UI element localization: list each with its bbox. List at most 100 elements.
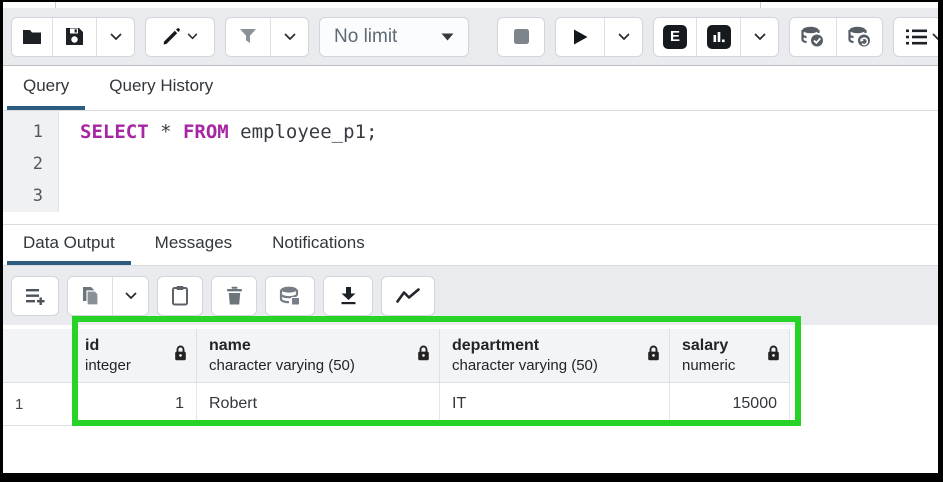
- filter-button[interactable]: [226, 18, 270, 56]
- folder-icon: [22, 28, 42, 46]
- sql-code-line[interactable]: SELECT * FROM employee_p1;: [80, 116, 377, 148]
- top-divider: [760, 2, 761, 8]
- top-edge-sliver: [3, 2, 938, 8]
- editor-gutter: 1 2 3: [3, 111, 59, 212]
- row-limit-select[interactable]: No limit: [319, 17, 469, 57]
- filter-icon: [239, 28, 257, 45]
- column-type: numeric: [682, 356, 759, 376]
- save-data-changes-button[interactable]: [266, 277, 314, 315]
- cell-department[interactable]: IT: [440, 383, 670, 426]
- save-options-dropdown[interactable]: [96, 18, 134, 56]
- sql-operator: *: [149, 121, 183, 143]
- lock-icon: [417, 345, 430, 366]
- add-row-button[interactable]: [12, 277, 58, 315]
- clipboard-icon: [171, 285, 189, 306]
- window-content: No limit: [3, 2, 938, 473]
- grid-header-row: id integer name character varying (50): [3, 329, 790, 383]
- line-number: 1: [3, 116, 58, 148]
- stop-icon: [513, 28, 530, 45]
- db-rollback-icon: [848, 26, 872, 48]
- column-name: name: [209, 336, 409, 356]
- tab-data-output-label: Data Output: [23, 233, 115, 253]
- execute-options-dropdown[interactable]: [604, 18, 642, 56]
- tab-data-output[interactable]: Data Output: [7, 225, 131, 265]
- save-file-button[interactable]: [52, 18, 96, 56]
- commit-button[interactable]: [790, 18, 836, 56]
- copy-options-dropdown[interactable]: [112, 277, 148, 315]
- copy-group: [67, 276, 149, 316]
- macros-dropdown-button[interactable]: [894, 18, 938, 56]
- db-save-icon: [279, 286, 301, 306]
- column-header-name[interactable]: name character varying (50): [197, 329, 440, 383]
- numbered-list-icon: [906, 28, 927, 46]
- delete-row-button[interactable]: [212, 277, 256, 315]
- copy-button[interactable]: [68, 277, 112, 315]
- lock-icon: [174, 345, 187, 366]
- tab-query-history-label: Query History: [109, 76, 213, 96]
- tab-notifications-label: Notifications: [272, 233, 365, 253]
- save-data-group: [265, 276, 315, 316]
- edit-dropdown-button[interactable]: [146, 18, 214, 56]
- sql-keyword: FROM: [183, 121, 229, 143]
- rollback-button[interactable]: [836, 18, 882, 56]
- trash-icon: [226, 286, 243, 305]
- explain-button-group: E: [653, 17, 779, 57]
- filter-button-group: [225, 17, 309, 57]
- stop-button-group: [497, 17, 545, 57]
- filter-options-dropdown[interactable]: [270, 18, 308, 56]
- pencil-icon: [162, 27, 181, 46]
- chevron-down-icon: [284, 33, 296, 41]
- explain-analyze-button[interactable]: [696, 18, 740, 56]
- stop-query-button[interactable]: [498, 18, 544, 56]
- explain-icon: E: [663, 25, 687, 49]
- transaction-button-group: [789, 17, 883, 57]
- explain-analyze-icon: [707, 25, 731, 49]
- explain-button[interactable]: E: [654, 18, 696, 56]
- line-number: 2: [3, 148, 58, 180]
- tab-messages-label: Messages: [155, 233, 232, 253]
- tab-messages[interactable]: Messages: [139, 225, 248, 265]
- graph-group: [381, 276, 435, 316]
- grid-corner-cell[interactable]: [3, 329, 73, 383]
- tab-notifications[interactable]: Notifications: [256, 225, 381, 265]
- copy-icon: [81, 286, 100, 306]
- chevron-down-icon: [618, 33, 630, 41]
- query-toolbar: No limit: [3, 8, 938, 66]
- sql-editor[interactable]: 1 2 3 SELECT * FROM employee_p1;: [3, 111, 938, 225]
- column-name: id: [85, 336, 166, 356]
- cell-name[interactable]: Robert: [197, 383, 440, 426]
- column-type: integer: [85, 356, 166, 376]
- tab-query-history[interactable]: Query History: [93, 66, 229, 110]
- add-row-icon: [25, 287, 46, 305]
- chevron-down-icon: [187, 33, 198, 40]
- output-tab-bar: Data Output Messages Notifications: [3, 225, 938, 266]
- column-name: salary: [682, 336, 759, 356]
- row-number-cell[interactable]: 1: [3, 383, 73, 426]
- results-toolbar: [3, 266, 938, 325]
- chevron-down-icon: [754, 33, 766, 41]
- execute-query-button[interactable]: [556, 18, 604, 56]
- explain-options-dropdown[interactable]: [740, 18, 778, 56]
- lock-icon: [767, 345, 780, 366]
- cell-salary[interactable]: 15000: [670, 383, 790, 426]
- open-file-button[interactable]: [12, 18, 52, 56]
- paste-button[interactable]: [158, 277, 202, 315]
- column-header-department[interactable]: department character varying (50): [440, 329, 670, 383]
- pgadmin-query-tool-window: No limit: [0, 0, 943, 482]
- tab-query[interactable]: Query: [7, 66, 85, 110]
- db-commit-icon: [801, 26, 825, 48]
- editor-tab-bar: Query Query History: [3, 66, 938, 111]
- download-group: [323, 276, 373, 316]
- save-icon: [65, 27, 84, 46]
- chevron-down-icon: [125, 292, 137, 300]
- dropdown-arrow-icon: [441, 33, 454, 41]
- sql-keyword: SELECT: [80, 121, 149, 143]
- cell-id[interactable]: 1: [73, 383, 197, 426]
- column-header-id[interactable]: id integer: [73, 329, 197, 383]
- lock-icon: [647, 345, 660, 366]
- chevron-down-icon: [932, 33, 938, 41]
- download-results-button[interactable]: [324, 277, 372, 315]
- graph-visualiser-button[interactable]: [382, 277, 434, 315]
- column-header-salary[interactable]: salary numeric: [670, 329, 790, 383]
- column-type: character varying (50): [209, 356, 409, 376]
